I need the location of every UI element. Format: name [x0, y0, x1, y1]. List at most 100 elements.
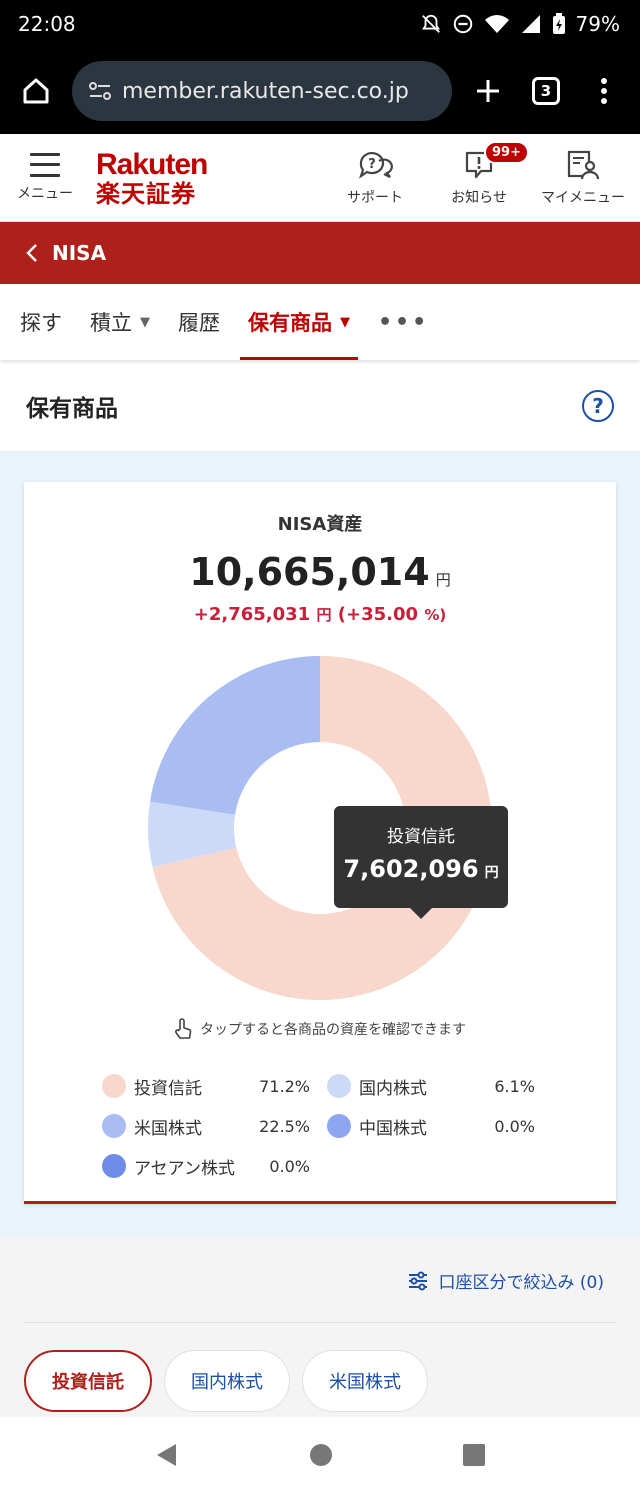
support-button[interactable]: ? サポート [328, 149, 422, 207]
tab-history[interactable]: 履歴 [164, 284, 234, 360]
tap-hand-icon [175, 1018, 192, 1039]
legend-name: アセアン株式 [134, 1158, 235, 1179]
tab-more[interactable]: ••• [364, 284, 443, 360]
legend-swatch [327, 1074, 351, 1098]
legend-item: 中国株式 0.0% [327, 1114, 552, 1139]
product-chip-row: 投資信託 国内株式 米国株式 [24, 1350, 428, 1412]
chip-us-stock[interactable]: 米国株式 [302, 1350, 428, 1412]
site-settings-icon [89, 82, 111, 100]
menu-button[interactable]: メニュー [10, 152, 80, 203]
donut-slice-2[interactable] [150, 656, 320, 815]
support-label: サポート [347, 189, 403, 206]
recents-icon[interactable] [462, 1443, 486, 1467]
back-icon[interactable] [154, 1442, 180, 1468]
home-icon [23, 78, 49, 104]
mymenu-label: マイメニュー [541, 189, 625, 206]
legend-pct: 0.0% [494, 1116, 535, 1136]
tab-search-label: 探す [20, 311, 62, 335]
system-nav-bar [0, 1417, 640, 1493]
url-text: member.rakuten-sec.co.jp [122, 78, 409, 104]
menu-label: メニュー [17, 185, 73, 202]
account-filter-button[interactable]: 口座区分で絞込み (0) [407, 1268, 604, 1293]
hamburger-icon [30, 152, 60, 177]
tab-holdings-label: 保有商品 [248, 311, 332, 335]
battery-level: 79% [575, 12, 620, 36]
status-time: 22:08 [18, 12, 76, 36]
battery-icon [552, 13, 565, 34]
tab-search[interactable]: 探す [6, 284, 76, 360]
status-bar: 22:08 79% [0, 0, 640, 48]
caret-down-icon: ▼ [340, 314, 350, 330]
legend-item: アセアン株式 0.0% [102, 1154, 332, 1179]
divider [24, 1322, 616, 1323]
tooltip-label: 投資信託 [387, 827, 455, 847]
total-yen-unit: 円 [435, 571, 451, 589]
page-title-row: 保有商品 ? [0, 360, 640, 452]
total-value: 10,665,014 [189, 550, 430, 594]
tooltip-unit: 円 [484, 865, 499, 881]
status-icons: 79% [420, 12, 620, 36]
legend-name: 国内株式 [359, 1078, 427, 1099]
svg-text:?: ? [368, 157, 376, 172]
new-tab-button[interactable] [466, 69, 510, 113]
legend-pct: 0.0% [269, 1156, 310, 1176]
wifi-icon [484, 15, 509, 33]
legend-item: 投資信託 71.2% [102, 1074, 327, 1099]
chart-tooltip: 投資信託 7,602,096 円 [334, 806, 508, 919]
tab-history-label: 履歴 [178, 311, 220, 335]
tab-tsumitate-label: 積立 [90, 311, 132, 335]
header-actions: ? サポート 99+ お知らせ マイメニュー [328, 140, 630, 207]
tooltip-value-row: 7,602,096 円 [334, 855, 508, 883]
nisa-bar-label: NISA [52, 241, 107, 265]
gain-pct: (+35.00 [337, 604, 419, 625]
signal-icon [521, 15, 540, 33]
home-button[interactable] [14, 69, 58, 113]
summary-area: NISA資産 10,665,014 円 +2,765,031 円 (+35.00 … [0, 452, 640, 1238]
tab-tsumitate[interactable]: 積立 ▼ [76, 284, 164, 360]
browser-toolbar: member.rakuten-sec.co.jp 3 [0, 48, 640, 134]
total-row: 10,665,014 円 [24, 550, 616, 594]
address-bar[interactable]: member.rakuten-sec.co.jp [72, 61, 452, 121]
page-title: 保有商品 [26, 395, 118, 422]
rakuten-logo[interactable]: Rakuten 楽天証券 [96, 147, 208, 206]
plus-icon [477, 80, 499, 102]
tab-count: 3 [532, 77, 560, 105]
legend-swatch [327, 1114, 351, 1138]
nisa-tab-bar: 探す 積立 ▼ 履歴 保有商品 ▼ ••• [0, 284, 640, 360]
gain-row: +2,765,031 円 (+35.00 %) [24, 604, 616, 625]
legend-name: 米国株式 [134, 1118, 202, 1139]
chip-domestic-stock[interactable]: 国内株式 [164, 1350, 290, 1412]
gain-value: +2,765,031 [193, 604, 311, 625]
card-title: NISA資産 [277, 514, 363, 535]
caret-down-icon: ▼ [140, 314, 150, 330]
filter-sliders-icon [408, 1271, 427, 1290]
chevron-left-icon [26, 244, 37, 262]
mymenu-icon [567, 150, 600, 179]
chart-legend: 投資信託 71.2% 国内株式 6.1% 米国株式 22.5% 中国株式 0.0% アセ… [102, 1066, 552, 1186]
news-button[interactable]: 99+ お知らせ [432, 140, 529, 207]
legend-swatch [102, 1114, 126, 1138]
browser-menu-button[interactable] [582, 69, 626, 113]
tooltip-value: 7,602,096 [343, 855, 479, 883]
legend-item: 国内株式 6.1% [327, 1074, 552, 1099]
legend-name: 中国株式 [359, 1118, 427, 1139]
logo-text-top: Rakuten [96, 147, 208, 181]
mymenu-button[interactable]: マイメニュー [536, 149, 630, 207]
tab-holdings[interactable]: 保有商品 ▼ [234, 284, 364, 360]
more-vert-icon [601, 78, 607, 104]
support-chat-icon: ? [358, 151, 393, 179]
chip-investment-trust[interactable]: 投資信託 [24, 1350, 152, 1412]
site-header: メニュー Rakuten 楽天証券 ? サポート 99+ お知らせ マイメニュー [0, 134, 640, 222]
legend-pct: 71.2% [259, 1076, 310, 1096]
tab-switcher-button[interactable]: 3 [524, 69, 568, 113]
more-dots-icon: ••• [378, 309, 430, 335]
news-badge: 99+ [484, 140, 529, 164]
filter-area: 口座区分で絞込み (0) 投資信託 国内株式 米国株式 [0, 1238, 640, 1422]
home-nav-icon[interactable] [309, 1443, 333, 1467]
help-icon[interactable]: ? [582, 389, 614, 422]
gain-unit: 円 [316, 606, 332, 624]
nisa-back-bar[interactable]: NISA [0, 222, 640, 284]
gain-pct-unit: %) [424, 606, 447, 624]
news-label: お知らせ [451, 189, 507, 206]
nisa-asset-card: NISA資産 10,665,014 円 +2,765,031 円 (+35.00 … [24, 482, 616, 1204]
